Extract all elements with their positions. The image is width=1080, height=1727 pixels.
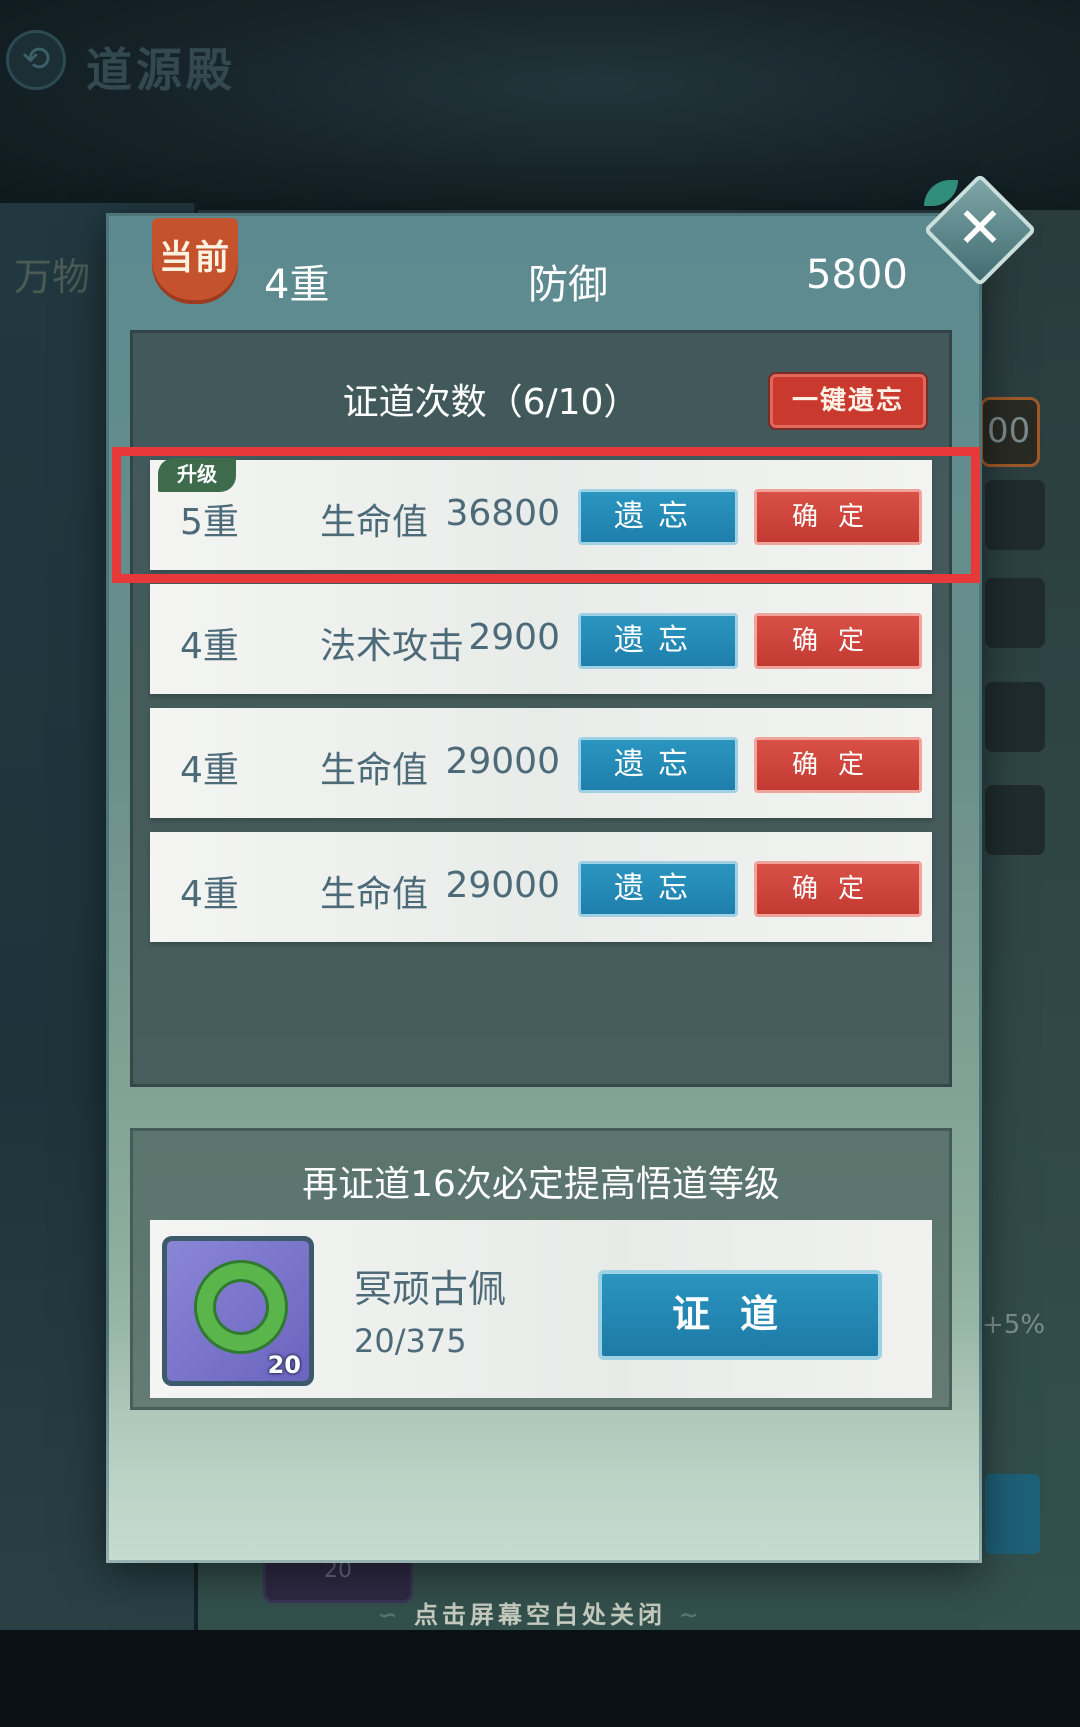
jade-ring-shape (197, 1263, 285, 1351)
back-icon[interactable]: ⟲ (6, 30, 66, 90)
background-percent: +5% (982, 1310, 1046, 1340)
row-level: 4重 (180, 750, 239, 791)
row-attribute: 生命值 (320, 874, 429, 915)
row-level: 4重 (180, 874, 239, 915)
background-value: 00 (980, 397, 1040, 467)
current-attribute: 防御 (528, 262, 608, 308)
background-slot (985, 785, 1045, 855)
confirm-button[interactable]: 确定 (754, 861, 922, 917)
guarantee-hint: 再证道16次必定提高悟道等级 (302, 1164, 780, 1205)
current-badge: 当前 (152, 218, 238, 304)
page-title: 道源殿 (86, 43, 236, 97)
current-level: 4重 (264, 262, 330, 308)
forget-button[interactable]: 遗忘 (578, 737, 738, 793)
item-count: 20 (267, 1351, 301, 1379)
row-level: 4重 (180, 626, 239, 667)
close-hint[interactable]: ∽ 点击屏幕空白处关闭 ∼ (0, 1595, 1080, 1630)
row-value: 2900 (468, 617, 560, 658)
forget-button[interactable]: 遗忘 (578, 613, 738, 669)
forget-button[interactable]: 遗忘 (578, 861, 738, 917)
confirm-button[interactable]: 确定 (754, 613, 922, 669)
result-row: 4重 生命值 29000 遗忘 确定 (150, 708, 932, 818)
row-attribute: 法术攻击 (320, 626, 465, 667)
left-tab-label[interactable]: 万物 (14, 246, 90, 301)
jade-pendant-icon[interactable]: 20 (162, 1236, 314, 1386)
cloud-swirl-icon: ∽ (377, 1600, 414, 1629)
forget-all-button[interactable]: 一键遗忘 (770, 374, 926, 428)
confirm-button[interactable]: 确定 (754, 737, 922, 793)
background-slot (985, 480, 1045, 550)
result-row: 4重 法术攻击 2900 遗忘 确定 (150, 584, 932, 694)
close-hint-text: 点击屏幕空白处关闭 (414, 1600, 666, 1629)
header-background (0, 0, 1080, 215)
item-progress: 20/375 (354, 1322, 467, 1360)
close-icon[interactable]: ✕ (940, 190, 1020, 270)
background-slot (985, 682, 1045, 752)
row-attribute: 生命值 (320, 750, 429, 791)
cloud-swirl-icon: ∼ (666, 1600, 703, 1629)
result-row: 4重 生命值 29000 遗忘 确定 (150, 832, 932, 942)
background-button (985, 1474, 1040, 1554)
row-value: 29000 (445, 865, 560, 906)
highlight-frame (112, 447, 980, 583)
current-value: 5800 (806, 252, 908, 298)
footer-background (0, 1630, 1080, 1727)
prove-button[interactable]: 证道 (598, 1270, 882, 1360)
item-name: 冥顽古佩 (354, 1267, 507, 1311)
background-slot (985, 578, 1045, 648)
row-value: 29000 (445, 741, 560, 782)
